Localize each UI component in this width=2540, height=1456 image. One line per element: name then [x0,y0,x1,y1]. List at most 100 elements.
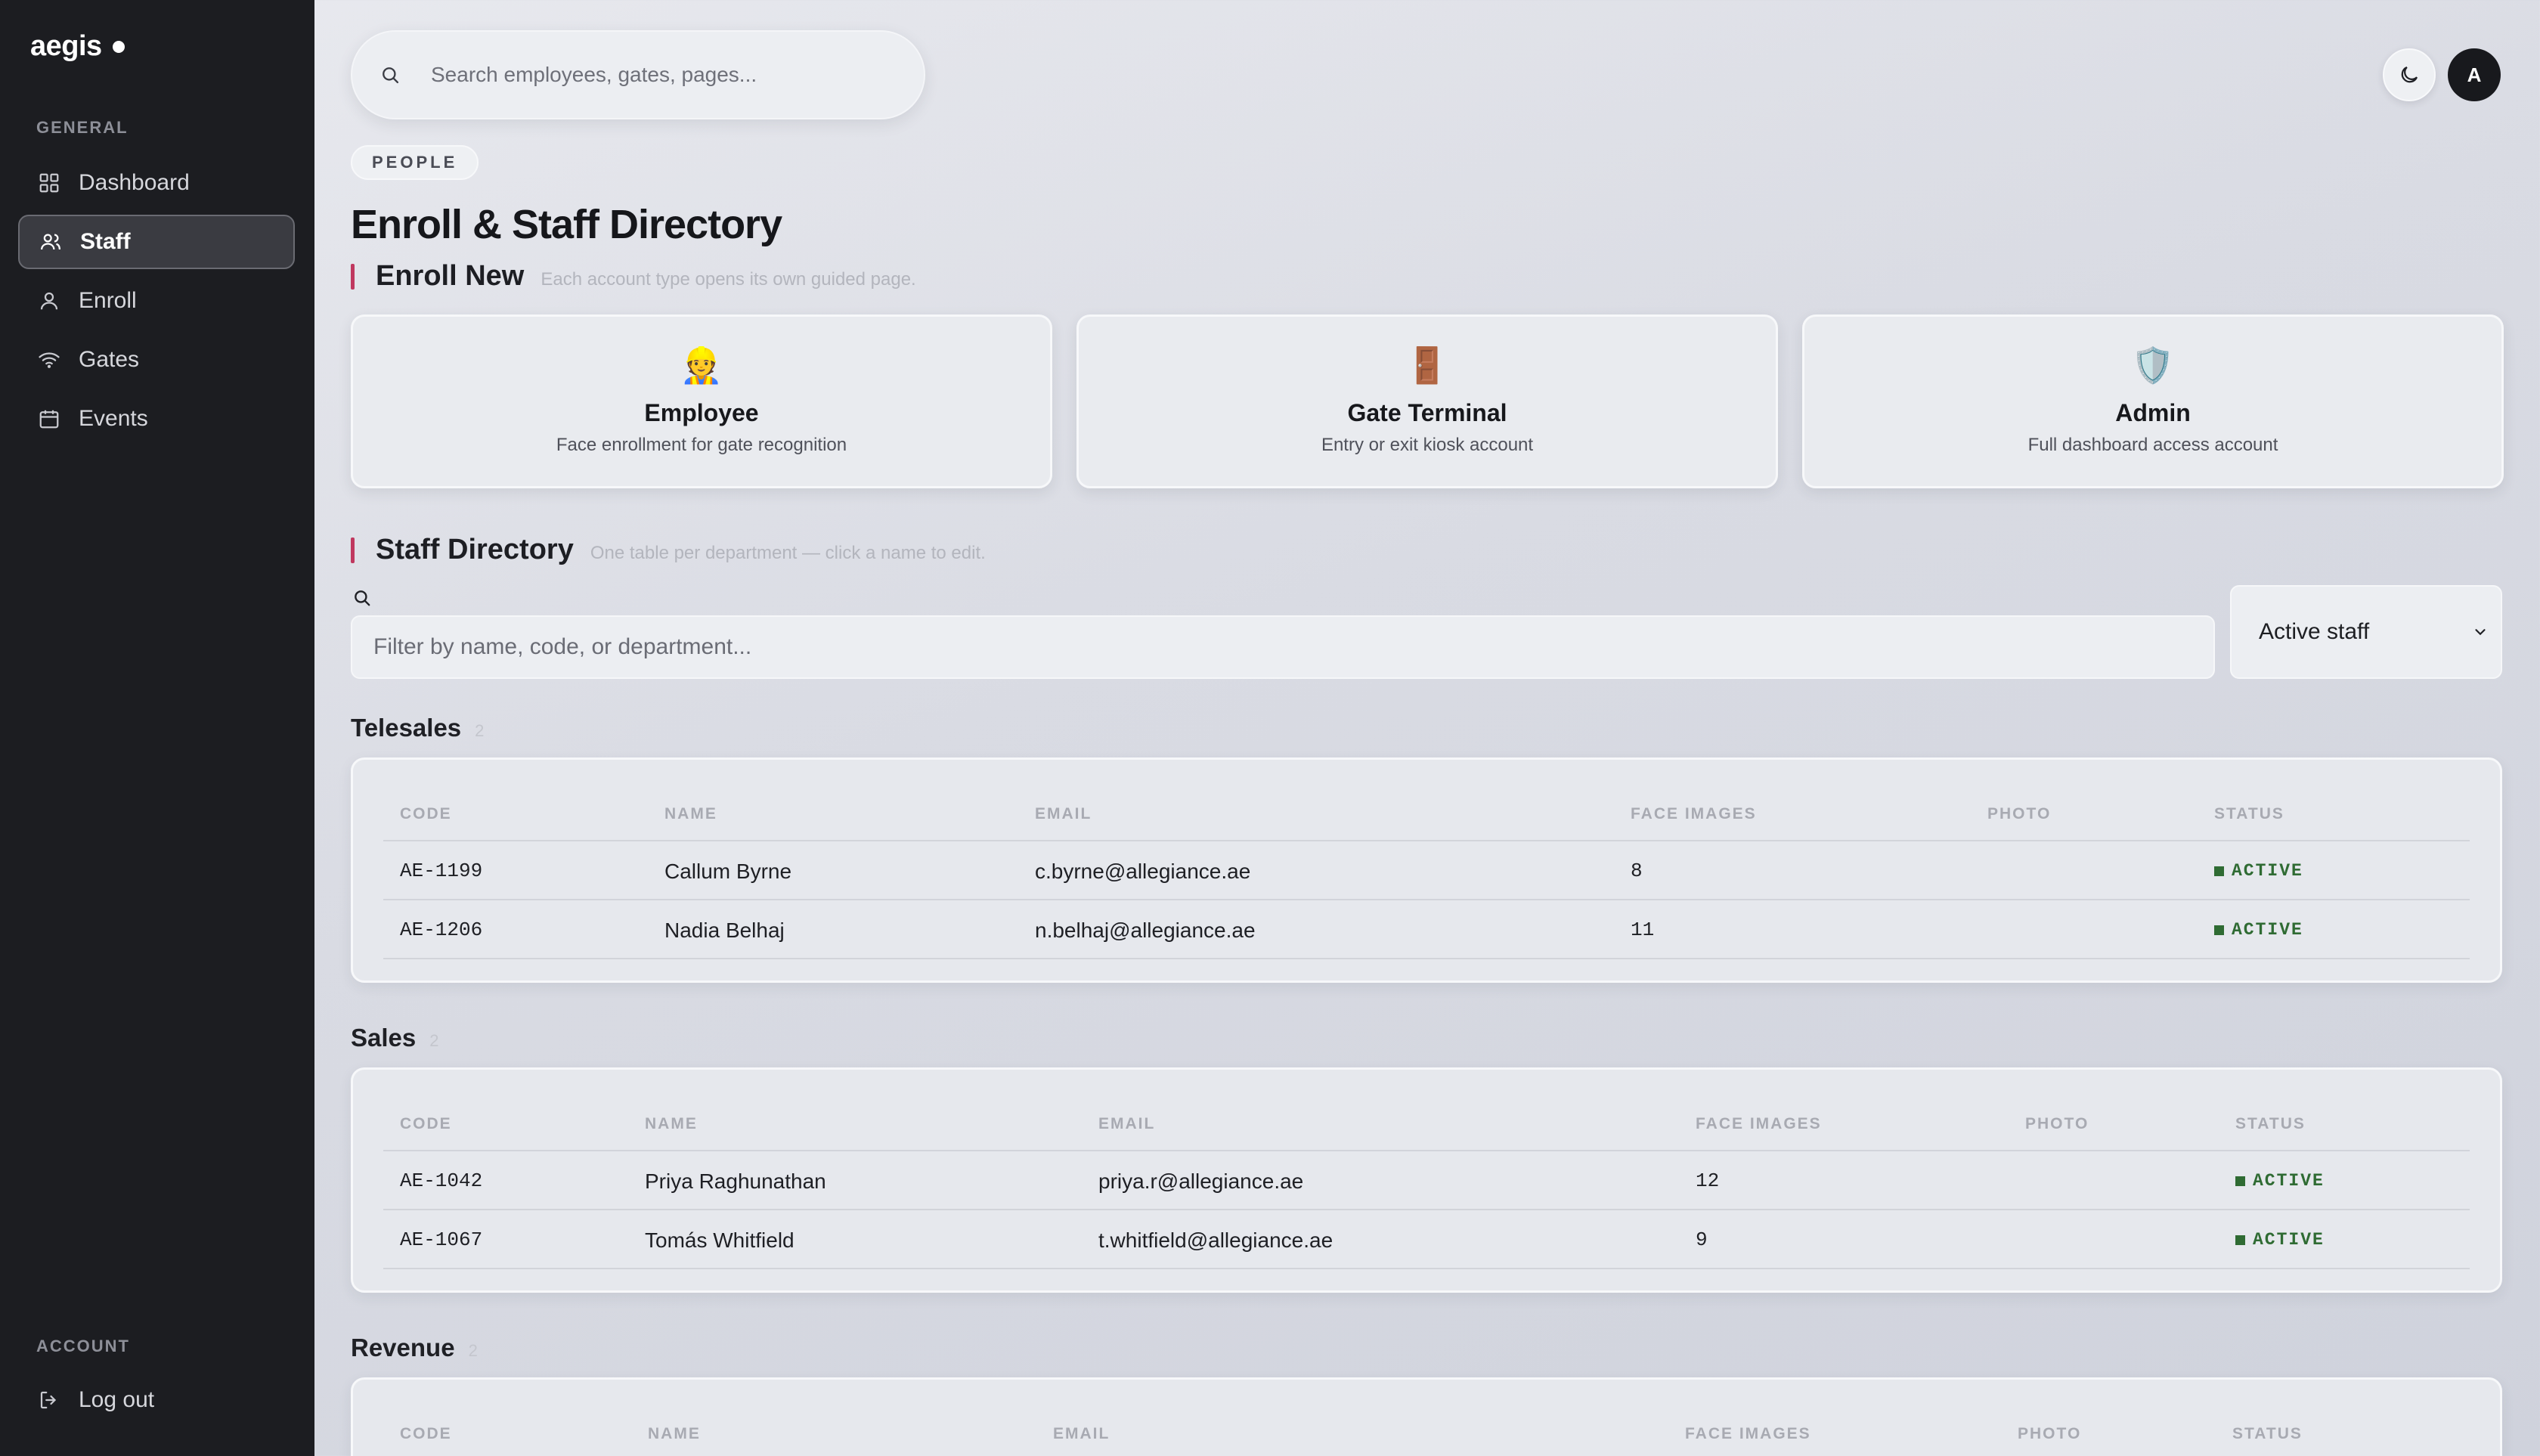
column-header: PHOTO [1987,805,2052,822]
staff-code: AE-1206 [400,919,483,941]
user-avatar[interactable]: A [2448,48,2501,101]
card-title: Employee [644,398,759,426]
status-badge: ACTIVE [2214,861,2303,881]
department-name: Telesales [351,714,462,742]
section-title: Staff Directory [376,534,574,565]
column-header: EMAIL [1035,805,1092,822]
staff-email: n.belhaj@allegiance.ae [1035,919,1256,942]
sidebar-item-label: Dashboard [79,170,190,195]
calendar-icon [39,410,59,429]
section-title: Enroll New [376,260,525,292]
face-image-count: 9 [1696,1228,1708,1251]
sidebar-item-label: Enroll [79,288,137,313]
user-icon [40,292,58,310]
department-name: Sales [351,1024,417,1052]
column-header: NAME [648,1425,701,1442]
staff-email: t.whitfield@allegiance.ae [1098,1228,1334,1252]
status-dot [2235,1235,2245,1245]
department-count: 2 [429,1031,439,1050]
table-row[interactable]: AE-1067 Tomás Whitfield t.whitfield@alle… [383,1210,2470,1269]
directory-filter-input[interactable] [351,615,2215,679]
column-header: STATUS [2235,1115,2306,1132]
card-subtitle: Face enrollment for gate recognition [556,434,847,455]
column-header: STATUS [2214,805,2284,822]
page-title: Enroll & Staff Directory [351,202,782,247]
sidebar: aegis GENERAL Dashboard Staff Enroll Gat… [0,0,314,1456]
column-header: CODE [400,1425,452,1442]
theme-toggle-button[interactable] [2383,48,2436,101]
column-header: NAME [664,805,717,822]
status-dot [2214,866,2224,876]
wifi-icon [39,352,60,368]
staff-table: CODE NAME EMAIL FACE IMAGES PHOTO STATUS… [383,1100,2470,1269]
section-subtitle: Each account type opens its own guided p… [541,269,916,290]
table-header-row: CODE NAME EMAIL FACE IMAGES PHOTO STATUS [383,790,2470,841]
status-filter-select[interactable]: Active staff [2230,585,2502,679]
department-header-revenue: Revenue 2 [351,1334,478,1362]
card-title: Gate Terminal [1347,398,1507,426]
sidebar-item-label: Events [79,406,148,431]
status-text: ACTIVE [2232,861,2303,881]
sidebar-item-enroll[interactable]: Enroll [18,274,295,328]
brand-dot [112,40,125,53]
brand-name: aegis [30,30,102,62]
sidebar-item-events[interactable]: Events [18,392,295,446]
section-label-general: GENERAL [36,118,129,137]
department-header-telesales: Telesales 2 [351,714,484,742]
section-label-account: ACCOUNT [36,1337,130,1355]
status-badge: ACTIVE [2235,1171,2325,1191]
face-image-count: 12 [1696,1169,1720,1192]
search-icon [355,590,370,606]
page-eyebrow: PEOPLE [351,145,479,180]
sidebar-item-dashboard[interactable]: Dashboard [18,156,295,210]
staff-email: priya.r@allegiance.ae [1098,1169,1304,1193]
search-icon [383,67,399,84]
users-icon [41,234,60,250]
column-header: NAME [645,1115,698,1132]
staff-name-link[interactable]: Nadia Belhaj [664,919,785,943]
enroll-card-employee[interactable]: 👷 Employee Face enrollment for gate reco… [351,314,1052,488]
enroll-card-gate-terminal[interactable]: 🚪 Gate Terminal Entry or exit kiosk acco… [1076,314,1778,488]
staff-code: AE-1067 [400,1228,483,1251]
column-header: CODE [400,805,452,822]
logout-icon [40,1391,57,1409]
card-title: Admin [2115,398,2191,426]
moon-icon [2401,66,2418,83]
global-search-input[interactable] [431,63,884,87]
section-subtitle: One table per department — click a name … [590,543,986,563]
staff-email: c.byrne@allegiance.ae [1035,860,1251,883]
department-table-revenue: CODE NAME EMAIL FACE IMAGES PHOTO STATUS [351,1377,2502,1456]
department-count: 2 [468,1341,478,1360]
column-header: FACE IMAGES [1631,805,1757,822]
status-text: ACTIVE [2253,1171,2325,1191]
status-badge: ACTIVE [2214,920,2303,940]
sidebar-item-gates[interactable]: Gates [18,333,295,387]
table-row[interactable]: AE-1042 Priya Raghunathan priya.r@allegi… [383,1151,2470,1210]
staff-table: CODE NAME EMAIL FACE IMAGES PHOTO STATUS [383,1410,2470,1456]
table-header-row: CODE NAME EMAIL FACE IMAGES PHOTO STATUS [383,1100,2470,1151]
chevron-down-icon [2475,629,2486,636]
staff-name-link[interactable]: Tomás Whitfield [645,1228,795,1253]
grid-icon [39,173,59,193]
shield-icon: 🛡️ [2131,345,2175,385]
department-table-sales: CODE NAME EMAIL FACE IMAGES PHOTO STATUS… [351,1067,2502,1293]
enroll-card-admin[interactable]: 🛡️ Admin Full dashboard access account [1802,314,2504,488]
card-subtitle: Full dashboard access account [2027,434,2278,455]
global-search[interactable] [351,30,925,119]
face-image-count: 11 [1631,919,1655,941]
table-row[interactable]: AE-1206 Nadia Belhaj n.belhaj@allegiance… [383,900,2470,959]
department-name: Revenue [351,1334,455,1362]
staff-name-link[interactable]: Priya Raghunathan [645,1169,826,1194]
table-row[interactable]: AE-1199 Callum Byrne c.byrne@allegiance.… [383,841,2470,900]
brand-logo[interactable]: aegis [30,30,125,63]
column-header: PHOTO [2018,1425,2082,1442]
sidebar-item-staff[interactable]: Staff [18,215,295,269]
department-count: 2 [475,721,485,740]
accent-bar [351,537,355,563]
table-header-row: CODE NAME EMAIL FACE IMAGES PHOTO STATUS [383,1410,2470,1456]
staff-name-link[interactable]: Callum Byrne [664,860,791,884]
logout-button[interactable]: Log out [18,1373,295,1427]
status-text: ACTIVE [2232,920,2303,940]
column-header: EMAIL [1098,1115,1156,1132]
accent-bar [351,263,355,290]
